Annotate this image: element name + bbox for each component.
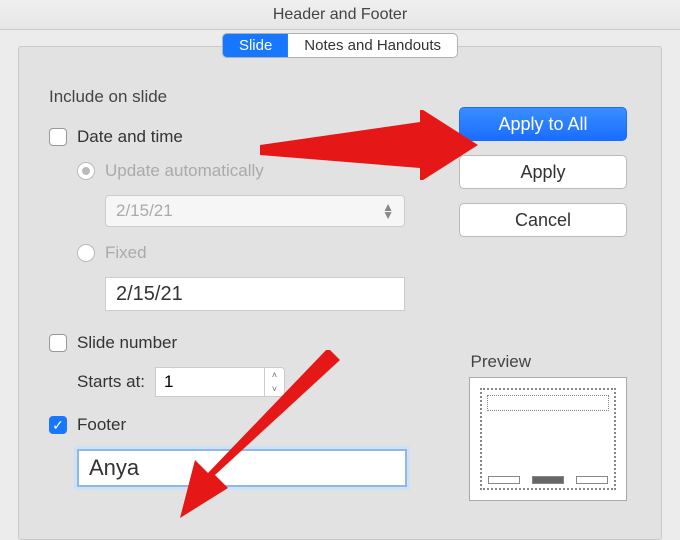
include-on-slide-legend: Include on slide [49, 87, 479, 107]
fixed-date-input[interactable]: 2/15/21 [105, 277, 405, 311]
slide-number-label: Slide number [77, 333, 177, 353]
tab-bar: Slide Notes and Handouts [222, 33, 458, 58]
footer-text-input[interactable]: Anya [77, 449, 407, 487]
preview-label: Preview [471, 352, 531, 372]
starts-at-label: Starts at: [77, 372, 145, 392]
cancel-button[interactable]: Cancel [459, 203, 627, 237]
dialog-body: Slide Notes and Handouts Include on slid… [18, 46, 662, 540]
include-on-slide-group: Include on slide Date and time Update au… [49, 87, 479, 487]
starts-at-input[interactable] [155, 367, 265, 397]
date-time-checkbox[interactable] [49, 128, 67, 146]
update-auto-radio[interactable] [77, 162, 95, 180]
footer-checkbox[interactable]: ✓ [49, 416, 67, 434]
apply-button[interactable]: Apply [459, 155, 627, 189]
preview-thumbnail [469, 377, 627, 501]
update-auto-label: Update automatically [105, 161, 264, 181]
window-title: Header and Footer [0, 0, 680, 30]
tab-slide[interactable]: Slide [223, 34, 288, 57]
chevron-updown-icon: ▲▼ [382, 203, 394, 219]
fixed-label: Fixed [105, 243, 147, 263]
apply-to-all-button[interactable]: Apply to All [459, 107, 627, 141]
auto-date-value: 2/15/21 [116, 201, 173, 221]
tab-notes-handouts[interactable]: Notes and Handouts [288, 34, 457, 57]
auto-date-dropdown[interactable]: 2/15/21 ▲▼ [105, 195, 405, 227]
fixed-radio[interactable] [77, 244, 95, 262]
starts-at-stepper[interactable]: ˄˅ [265, 367, 285, 397]
date-time-label: Date and time [77, 127, 183, 147]
footer-label: Footer [77, 415, 126, 435]
slide-number-checkbox[interactable] [49, 334, 67, 352]
